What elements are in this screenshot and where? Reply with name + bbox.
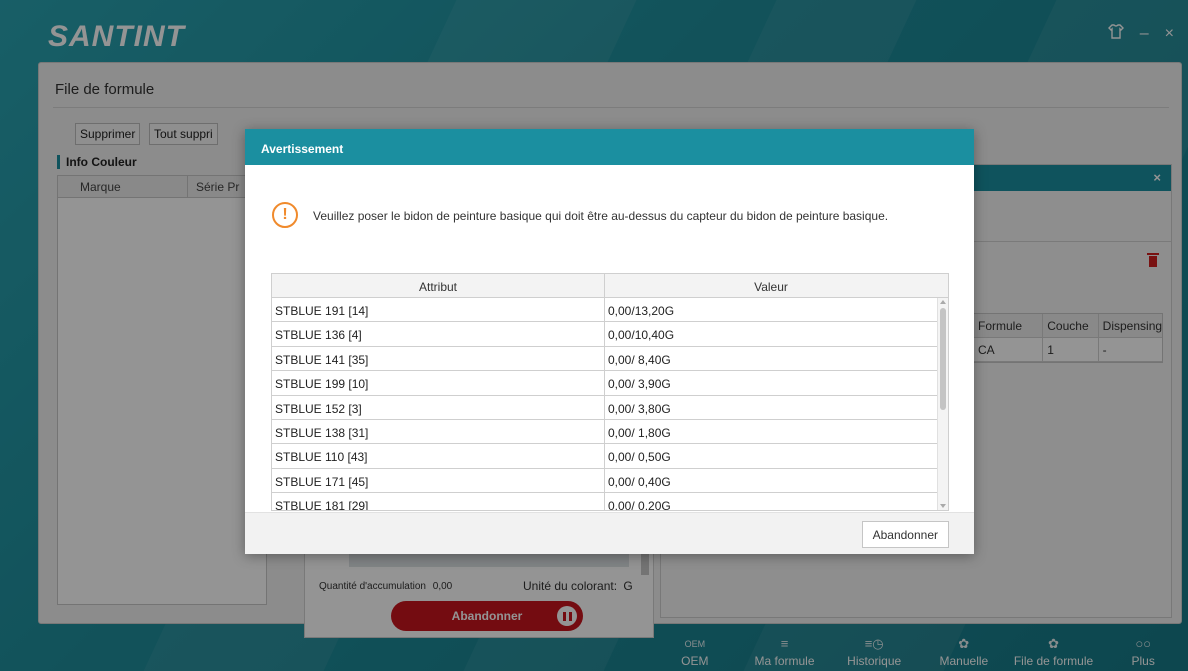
table-row[interactable]: STBLUE 191 [14] 0,00/13,20G <box>272 298 938 323</box>
cell-value: 0,00/ 3,90G <box>608 377 671 392</box>
table-row[interactable]: STBLUE 171 [45] 0,00/ 0,40G <box>272 468 938 494</box>
scroll-down-icon[interactable] <box>940 504 946 508</box>
table-row[interactable]: STBLUE 136 [4] 0,00/10,40G <box>272 322 938 347</box>
cell-attribute: STBLUE 181 [29] <box>272 493 605 510</box>
cell-attribute: STBLUE 136 [4] <box>272 322 605 346</box>
warning-message: Veuillez poser le bidon de peinture basi… <box>313 209 889 223</box>
cell-value: 0,00/13,20G <box>608 304 675 318</box>
cell-attribute: STBLUE 171 [45] <box>272 468 605 493</box>
cell-value: 0,00/ 0,50G <box>608 450 671 465</box>
cell-value: 0,00/10,40G <box>608 328 675 343</box>
warning-dialog: Avertissement ! Veuillez poser le bidon … <box>245 129 974 554</box>
table-row[interactable]: STBLUE 110 [43] 0,00/ 0,50G <box>272 444 938 469</box>
table-row[interactable]: STBLUE 152 [3] 0,00/ 3,80G <box>272 395 938 420</box>
cell-value: 0,00/ 8,40G <box>608 352 671 367</box>
cell-attribute: STBLUE 141 [35] <box>272 346 605 371</box>
scroll-up-icon[interactable] <box>940 300 946 304</box>
table-row[interactable]: STBLUE 181 [29] 0,00/ 0,20G <box>272 493 938 511</box>
dialog-footer: Abandonner <box>245 512 974 554</box>
table-header: Attribut Valeur <box>272 274 948 298</box>
cell-attribute: STBLUE 152 [3] <box>272 395 605 419</box>
dialog-title: Avertissement <box>245 129 974 165</box>
table-scrollbar[interactable] <box>937 298 948 510</box>
cell-value: 0,00/ 3,80G <box>608 401 671 416</box>
warning-icon: ! <box>272 202 298 228</box>
cell-value: 0,00/ 1,80G <box>608 425 671 440</box>
column-header-value[interactable]: Valeur <box>605 274 937 297</box>
cell-attribute: STBLUE 138 [31] <box>272 419 605 444</box>
scrollbar-thumb[interactable] <box>940 308 946 410</box>
table-row[interactable]: STBLUE 141 [35] 0,00/ 8,40G <box>272 346 938 372</box>
cell-attribute: STBLUE 191 [14] <box>272 298 605 322</box>
cell-attribute: STBLUE 199 [10] <box>272 371 605 395</box>
cell-value: 0,00/ 0,40G <box>608 474 671 489</box>
cell-value: 0,00/ 0,20G <box>608 499 671 511</box>
abandon-button[interactable]: Abandonner <box>861 521 949 548</box>
table-row[interactable]: STBLUE 199 [10] 0,00/ 3,90G <box>272 371 938 396</box>
table-body: STBLUE 191 [14] 0,00/13,20G STBLUE 136 [4]… <box>272 298 938 511</box>
cell-attribute: STBLUE 110 [43] <box>272 444 605 468</box>
table-row[interactable]: STBLUE 138 [31] 0,00/ 1,80G <box>272 419 938 445</box>
column-header-attribute[interactable]: Attribut <box>272 274 605 297</box>
colorant-table: Attribut Valeur STBLUE 191 [14] 0,00/13,2… <box>271 273 949 511</box>
